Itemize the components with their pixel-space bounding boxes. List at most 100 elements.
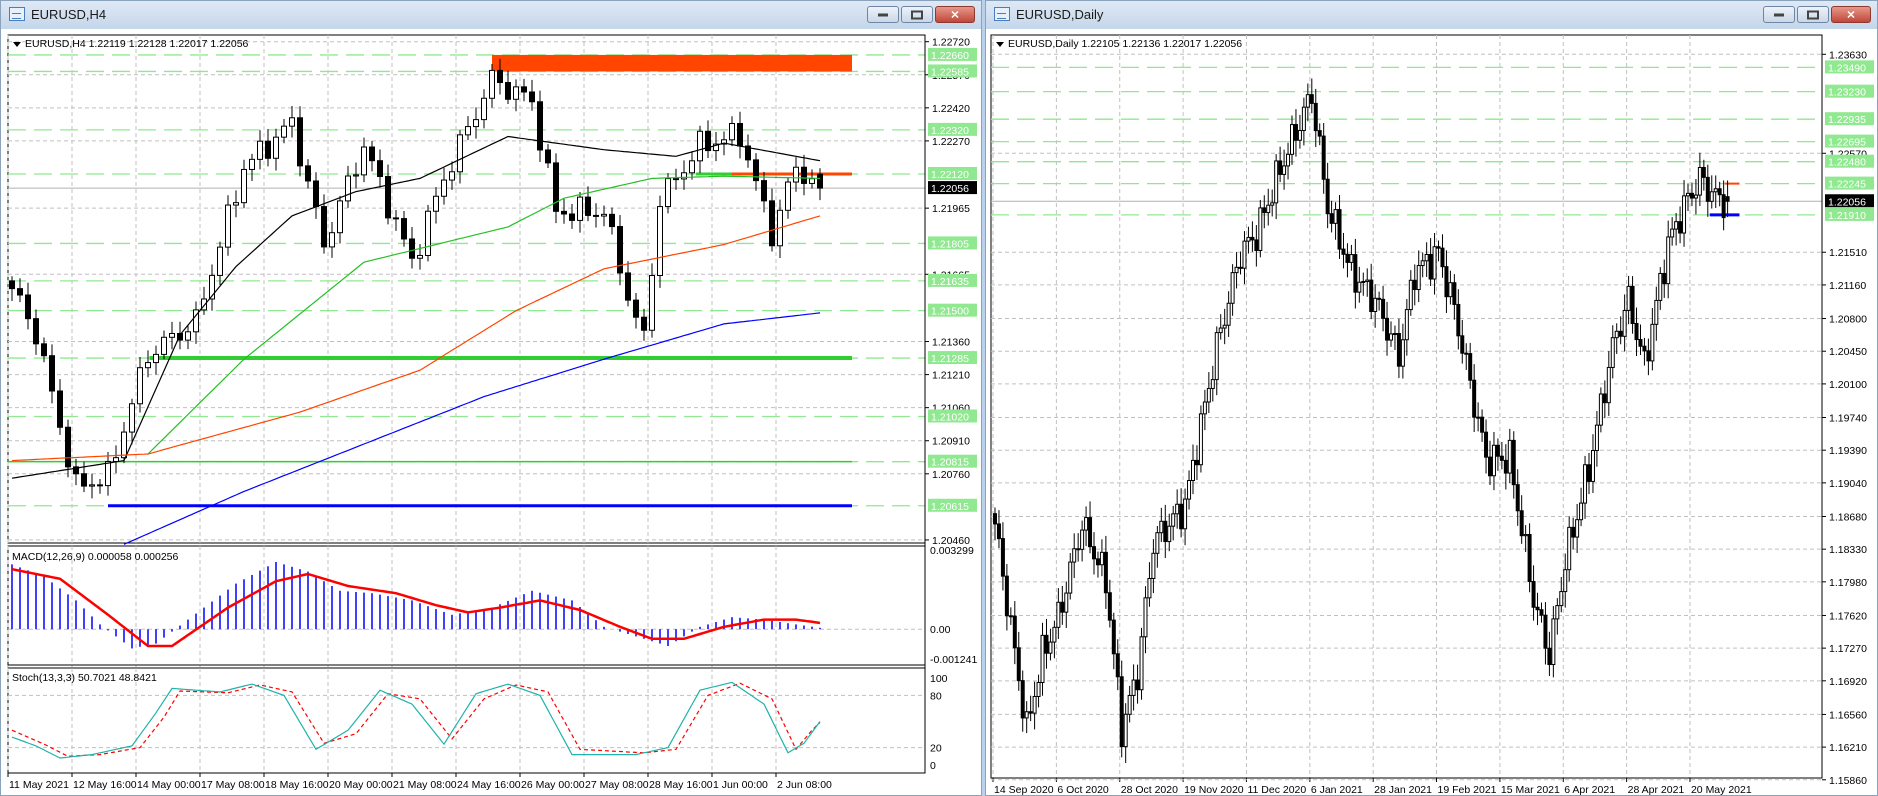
candle-bear (1396, 333, 1401, 367)
candle-bull (1400, 339, 1405, 367)
price-axis-label: 1.16210 (1829, 742, 1867, 754)
candle-bull (417, 254, 423, 259)
candle-bull (185, 331, 191, 341)
candle-bull (1274, 160, 1279, 204)
candle-bear (1317, 130, 1322, 137)
time-axis-label: 18 May 16:00 (265, 779, 329, 791)
candle-bull (1099, 551, 1104, 566)
price-panel[interactable] (990, 34, 1823, 779)
candle-bear (1646, 350, 1651, 362)
candle-bull (1523, 534, 1528, 537)
time-axis-label: 6 Apr 2021 (1564, 784, 1615, 796)
candle-bull (649, 275, 655, 331)
level-price-label: 1.22660 (931, 50, 969, 62)
candle-bull (1658, 272, 1663, 301)
candle-bear (1436, 246, 1441, 249)
candle-bull (1036, 681, 1041, 697)
price-axis-label: 1.20800 (1829, 314, 1867, 326)
candle-bull (1567, 526, 1572, 571)
candle-bull (665, 178, 671, 208)
candle-bull (1594, 424, 1599, 452)
macd-indicator-label: MACD(12,26,9) 0.000058 0.000256 (12, 551, 179, 563)
candle-bull (1333, 209, 1338, 224)
candle-bull (481, 97, 487, 121)
price-axis-label: 1.21210 (932, 370, 970, 382)
level-price-label: 1.20815 (931, 457, 969, 469)
candle-bull (1131, 679, 1136, 696)
candle-bear (1313, 102, 1318, 132)
candle-bull (1693, 194, 1698, 199)
candle-bear (1701, 166, 1706, 178)
candle-bull (249, 158, 255, 170)
stochastic-axis-label: 20 (930, 743, 942, 755)
candle-bull (785, 181, 791, 211)
candle-bear (17, 288, 23, 296)
candle-bear (1464, 352, 1469, 355)
candle-bear (1468, 353, 1473, 381)
candle-bull (1159, 520, 1164, 534)
candle-bull (425, 210, 431, 256)
candle-bear (1119, 676, 1124, 748)
candle-bull (1614, 330, 1619, 339)
candle-bear (1377, 297, 1382, 300)
candle-bear (1705, 176, 1710, 202)
candle-bear (1060, 601, 1065, 613)
candle-bull (1266, 204, 1271, 214)
candle-bull (1392, 333, 1397, 336)
candle-bear (9, 280, 15, 290)
candle-bear (1511, 439, 1516, 486)
candle-bear (761, 180, 767, 202)
resistance-zone[interactable] (492, 54, 852, 72)
price-axis-label: 1.21965 (932, 203, 970, 215)
candle-bull (217, 246, 223, 276)
candle-bear (1717, 188, 1722, 196)
candle-bear (1689, 192, 1694, 199)
candle-bear (1341, 248, 1346, 255)
candle-bull (241, 168, 247, 204)
time-axis-label: 19 Feb 2021 (1438, 784, 1497, 796)
candle-bull (1222, 324, 1227, 329)
charts-canvas[interactable]: 11 May 2021 12 May 16:00 14 May 00:00 17 Ma… (0, 0, 1878, 796)
candle-bull (1650, 323, 1655, 362)
candle-bear (1369, 279, 1374, 313)
candle-bear (1499, 455, 1504, 461)
candle-bear (1527, 534, 1532, 583)
candle-bull (1622, 309, 1627, 337)
candle-bull (1032, 695, 1037, 714)
candle-bear (521, 86, 527, 93)
candle-bull (697, 130, 703, 162)
price-axis-label: 1.21510 (1829, 247, 1867, 259)
candle-bull (689, 160, 695, 174)
candle-bear (1412, 279, 1417, 291)
candle-bear (769, 200, 775, 247)
candle-bear (1618, 330, 1623, 337)
stochastic-axis-label: 80 (930, 690, 942, 702)
price-axis-label: 1.17980 (1829, 577, 1867, 589)
candle-bear (313, 180, 319, 208)
time-axis-label: 28 Oct 2020 (1121, 784, 1178, 796)
candle-bull (169, 332, 175, 338)
price-axis-label: 1.19040 (1829, 478, 1867, 490)
candle-bull (1210, 379, 1215, 389)
candle-bear (585, 196, 591, 216)
candle-bull (1171, 513, 1176, 527)
candle-bear (1250, 236, 1255, 241)
candle-bear (1278, 160, 1283, 175)
candle-bear (369, 146, 375, 162)
candle-bull (809, 178, 815, 184)
macd-panel[interactable] (7, 545, 926, 666)
candle-bull (1416, 265, 1421, 291)
candle-bear (1721, 194, 1726, 219)
candle-bull (1127, 694, 1132, 715)
candle-bull (457, 134, 463, 173)
candle-bull (1713, 188, 1718, 193)
candle-bull (1666, 236, 1671, 285)
candle-bull (1357, 281, 1362, 293)
candle-bull (1242, 240, 1247, 269)
candle-bull (1080, 529, 1085, 550)
candle-bear (1531, 581, 1536, 608)
macd-axis-label: 0.00 (930, 624, 951, 636)
candle-bull (1654, 299, 1659, 325)
price-panel[interactable] (7, 34, 926, 544)
level-price-label: 1.22480 (1828, 157, 1866, 169)
